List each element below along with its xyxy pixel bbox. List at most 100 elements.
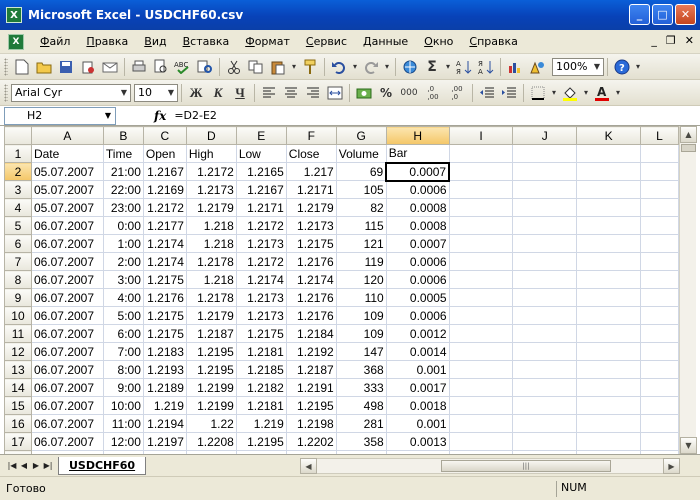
cell[interactable]: 121	[335, 234, 387, 253]
cell[interactable]: 05.07.2007	[30, 198, 104, 217]
cell[interactable]	[512, 162, 578, 181]
cell[interactable]: High	[185, 144, 237, 163]
cell[interactable]: 1.22	[185, 414, 237, 433]
align-center-icon[interactable]	[281, 83, 301, 103]
cell[interactable]: 1.2178	[185, 288, 237, 307]
doc-minimize-button[interactable]: _	[651, 34, 657, 47]
fill-color-dropdown-icon[interactable]: ▾	[582, 83, 590, 103]
select-all-corner[interactable]	[4, 126, 32, 145]
cell[interactable]	[448, 432, 514, 451]
cell[interactable]	[576, 144, 641, 163]
prev-sheet-button[interactable]: ◀	[18, 461, 30, 470]
cell[interactable]	[576, 432, 641, 451]
column-header-e[interactable]: E	[235, 126, 287, 145]
italic-button[interactable]: К	[208, 83, 228, 103]
cell[interactable]: 06.07.2007	[30, 234, 104, 253]
cell[interactable]: 0.0006	[385, 252, 450, 271]
percent-button[interactable]: %	[376, 83, 396, 103]
horizontal-scroll-thumb[interactable]: |||	[441, 460, 611, 472]
cell[interactable]: 1.2171	[285, 180, 337, 199]
cell[interactable]: 0:00	[102, 216, 144, 235]
cell[interactable]: 1.2176	[285, 288, 337, 307]
toolbar-grip[interactable]	[4, 83, 8, 102]
cell[interactable]	[448, 378, 514, 397]
cell[interactable]: 1.2165	[235, 162, 287, 181]
cell[interactable]: 1.2174	[285, 270, 337, 289]
cell[interactable]	[639, 180, 679, 199]
cell[interactable]	[448, 216, 514, 235]
cell[interactable]: 0.0005	[385, 288, 450, 307]
cell[interactable]: 1.2175	[142, 324, 187, 343]
cell[interactable]: 1.2179	[185, 198, 237, 217]
cell[interactable]: 1.2176	[285, 306, 337, 325]
cell[interactable]: 281	[335, 414, 387, 433]
decrease-decimal-button[interactable]: ,00 ,0	[446, 83, 468, 103]
sort-ascending-icon[interactable]: AЯ	[454, 57, 474, 77]
cell[interactable]: 1.2173	[235, 306, 287, 325]
cell[interactable]: 1.2174	[142, 234, 187, 253]
cell[interactable]: 1.2195	[235, 432, 287, 451]
cell[interactable]	[639, 324, 679, 343]
cell[interactable]: 3:00	[102, 270, 144, 289]
cell[interactable]: 1.2183	[142, 342, 187, 361]
doc-close-button[interactable]: ✕	[685, 34, 694, 47]
align-left-icon[interactable]	[259, 83, 279, 103]
cell[interactable]	[576, 360, 641, 379]
copy-icon[interactable]	[246, 57, 266, 77]
cell[interactable]: 1.2192	[285, 342, 337, 361]
cell[interactable]: 06.07.2007	[30, 360, 104, 379]
cell[interactable]: 0.001	[385, 414, 450, 433]
currency-icon[interactable]	[354, 83, 374, 103]
cell[interactable]: 10:00	[102, 396, 144, 415]
column-header-b[interactable]: B	[102, 126, 144, 145]
insert-function-button[interactable]: fx	[154, 109, 166, 123]
merge-center-icon[interactable]	[325, 83, 345, 103]
cell[interactable]: 1.2197	[142, 432, 187, 451]
cell[interactable]: 1.2174	[235, 270, 287, 289]
fill-color-icon[interactable]	[560, 83, 580, 103]
cell[interactable]: 11:00	[102, 414, 144, 433]
cell[interactable]: 119	[335, 252, 387, 271]
cell[interactable]: 1.2174	[142, 252, 187, 271]
cut-icon[interactable]	[224, 57, 244, 77]
underline-button[interactable]: Ч	[230, 83, 250, 103]
cell[interactable]	[576, 306, 641, 325]
cell[interactable]	[512, 144, 578, 163]
column-header-f[interactable]: F	[285, 126, 337, 145]
cell[interactable]: 1.2187	[285, 360, 337, 379]
row-header[interactable]: 10	[4, 306, 32, 325]
cell[interactable]: 1.2172	[235, 216, 287, 235]
cell[interactable]: 1.2178	[185, 252, 237, 271]
cell[interactable]	[576, 342, 641, 361]
new-icon[interactable]	[12, 57, 32, 77]
spelling-icon[interactable]: ABC	[173, 57, 193, 77]
cell[interactable]: 06.07.2007	[30, 216, 104, 235]
cell[interactable]: 1.2173	[235, 234, 287, 253]
cell[interactable]: 105	[335, 180, 387, 199]
scroll-down-button[interactable]: ▼	[680, 437, 697, 454]
cell[interactable]	[512, 306, 578, 325]
research-icon[interactable]	[195, 57, 215, 77]
row-header[interactable]: 2	[4, 162, 32, 181]
cell[interactable]: 1.2167	[235, 180, 287, 199]
row-header[interactable]: 14	[4, 378, 32, 397]
cell[interactable]: Bar	[385, 144, 450, 163]
row-header[interactable]: 11	[4, 324, 32, 343]
column-header-l[interactable]: L	[639, 126, 679, 145]
menu-tools[interactable]: Сервис	[298, 30, 355, 54]
cell[interactable]	[448, 288, 514, 307]
cell[interactable]: 1.2198	[285, 414, 337, 433]
cell[interactable]	[448, 252, 514, 271]
row-header[interactable]: 9	[4, 288, 32, 307]
cell[interactable]: 1.2195	[185, 342, 237, 361]
cell[interactable]: 147	[335, 342, 387, 361]
horizontal-scrollbar[interactable]: ◀ ||| ▶	[300, 458, 680, 474]
cell[interactable]: 1:00	[102, 234, 144, 253]
menu-file[interactable]: Файл	[32, 30, 78, 54]
cell[interactable]: 06.07.2007	[30, 306, 104, 325]
cell[interactable]: 1.2189	[142, 378, 187, 397]
cell[interactable]: 82	[335, 198, 387, 217]
cell[interactable]: 1.2169	[142, 180, 187, 199]
menu-insert[interactable]: Вставка	[175, 30, 238, 54]
cell[interactable]: 8:00	[102, 360, 144, 379]
